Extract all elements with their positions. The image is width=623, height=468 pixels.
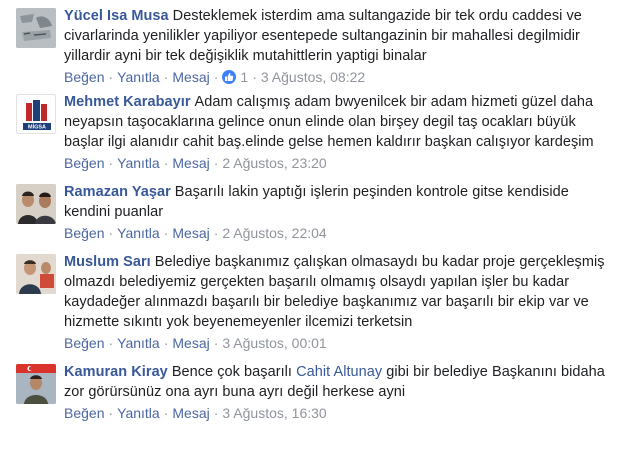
comment-actions: Beğen · Yanıtla · Mesaj · 2 Ağustos, 22:04: [64, 225, 327, 241]
comment-date[interactable]: 3 Ağustos, 08:22: [261, 69, 365, 85]
reply-link[interactable]: Yanıtla: [117, 225, 160, 241]
migsa-logo-icon: MİGSA: [17, 95, 55, 133]
comment-date[interactable]: 3 Ağustos, 00:01: [222, 335, 326, 351]
like-link[interactable]: Beğen: [64, 225, 104, 241]
comment-date[interactable]: 2 Ağustos, 23:20: [222, 155, 326, 171]
avatar[interactable]: [16, 254, 56, 294]
avatar[interactable]: [16, 364, 56, 404]
comment: Kamuran Kiray Bence çok başarılı Cahit Al…: [0, 362, 623, 423]
comment-author[interactable]: Yücel Isa Musa: [64, 8, 169, 24]
comment-actions: Beğen · Yanıtla · Mesaj · 1 · 3 Ağustos, 08:22: [64, 69, 366, 85]
message-link[interactable]: Mesaj: [172, 69, 209, 85]
comment-author[interactable]: Muslum Sarı: [64, 254, 151, 270]
comment-date[interactable]: 3 Ağustos, 16:30: [222, 405, 326, 421]
comment-author[interactable]: Ramazan Yaşar: [64, 184, 171, 200]
like-count-icon[interactable]: [222, 70, 237, 84]
like-count[interactable]: 1: [240, 69, 248, 85]
svg-text:MİGSA: MİGSA: [28, 124, 46, 131]
comment-list: Yücel Isa Musa Desteklemek isterdim ama s…: [0, 0, 623, 423]
profile-photo-icon: [16, 254, 56, 294]
message-link[interactable]: Mesaj: [172, 155, 209, 171]
message-link[interactable]: Mesaj: [172, 335, 209, 351]
reply-link[interactable]: Yanıtla: [117, 405, 160, 421]
profile-photo-icon: [16, 184, 56, 224]
avatar[interactable]: [16, 8, 56, 48]
mention-link[interactable]: Cahit Altunay: [296, 364, 382, 380]
like-link[interactable]: Beğen: [64, 69, 104, 85]
comment-author[interactable]: Mehmet Karabayır: [64, 94, 191, 110]
avatar[interactable]: MİGSA: [16, 94, 56, 134]
comment-actions: Beğen · Yanıtla · Mesaj · 3 Ağustos, 00:01: [64, 335, 327, 351]
like-link[interactable]: Beğen: [64, 335, 104, 351]
reply-link[interactable]: Yanıtla: [117, 155, 160, 171]
like-link[interactable]: Beğen: [64, 155, 104, 171]
profile-photo-icon: [16, 364, 56, 404]
profile-photo-icon: [16, 8, 56, 48]
comment: Yücel Isa Musa Desteklemek isterdim ama s…: [0, 6, 623, 87]
comment-date[interactable]: 2 Ağustos, 22:04: [222, 225, 326, 241]
reply-link[interactable]: Yanıtla: [117, 69, 160, 85]
message-link[interactable]: Mesaj: [172, 405, 209, 421]
comment: MİGSA Mehmet Karabayır Adam calışmış adam…: [0, 92, 623, 173]
message-link[interactable]: Mesaj: [172, 225, 209, 241]
comment: Ramazan Yaşar Başarılı lakin yaptığı işle…: [0, 182, 623, 243]
comment: Muslum Sarı Belediye başkanımız çalışkan …: [0, 252, 623, 353]
comment-text: Bence çok başarılı: [171, 364, 292, 380]
avatar[interactable]: [16, 184, 56, 224]
comment-actions: Beğen · Yanıtla · Mesaj · 2 Ağustos, 23:20: [64, 155, 327, 171]
comment-author[interactable]: Kamuran Kiray: [64, 364, 168, 380]
reply-link[interactable]: Yanıtla: [117, 335, 160, 351]
comment-actions: Beğen · Yanıtla · Mesaj · 3 Ağustos, 16:30: [64, 405, 327, 421]
like-link[interactable]: Beğen: [64, 405, 104, 421]
